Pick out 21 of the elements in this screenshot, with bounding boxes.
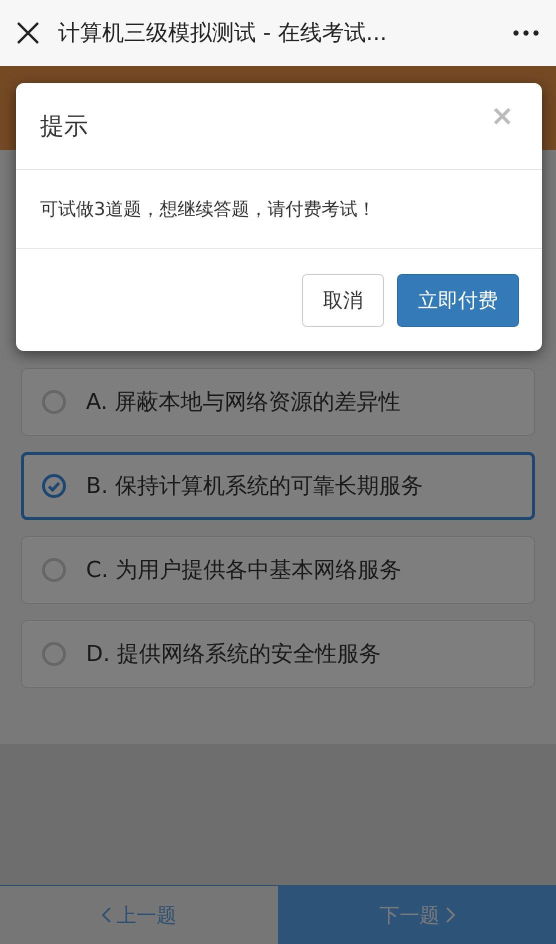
answer-option[interactable]: B. 保持计算机系统的可靠长期服务	[21, 452, 535, 520]
option-text: A. 屏蔽本地与网络资源的差异性	[86, 389, 401, 417]
more-icon[interactable]	[512, 29, 540, 37]
dialog-message: 可试做3道题，想继续答题，请付费考试！	[40, 198, 376, 221]
answer-option[interactable]: A. 屏蔽本地与网络资源的差异性	[21, 368, 535, 436]
checked-radio-icon[interactable]	[42, 474, 66, 498]
dialog-title: 提示	[40, 111, 88, 142]
chevron-left-icon	[102, 907, 110, 923]
option-text: C. 为用户提供各中基本网络服务	[86, 557, 402, 585]
answer-option[interactable]: C. 为用户提供各中基本网络服务	[21, 536, 535, 604]
pay-now-button[interactable]: 立即付费	[397, 274, 519, 326]
chevron-right-icon	[446, 907, 454, 923]
option-text: D. 提供网络系统的安全性服务	[86, 641, 381, 669]
radio-icon[interactable]	[42, 390, 66, 414]
option-text: B. 保持计算机系统的可靠长期服务	[86, 473, 424, 501]
radio-icon[interactable]	[42, 558, 66, 582]
radio-icon[interactable]	[42, 642, 66, 666]
close-icon[interactable]	[16, 21, 40, 45]
window-title: 计算机三级模拟测试 - 在线考试...	[58, 20, 388, 48]
cancel-button[interactable]: 取消	[302, 274, 384, 326]
answer-option[interactable]: D. 提供网络系统的安全性服务	[21, 620, 535, 688]
